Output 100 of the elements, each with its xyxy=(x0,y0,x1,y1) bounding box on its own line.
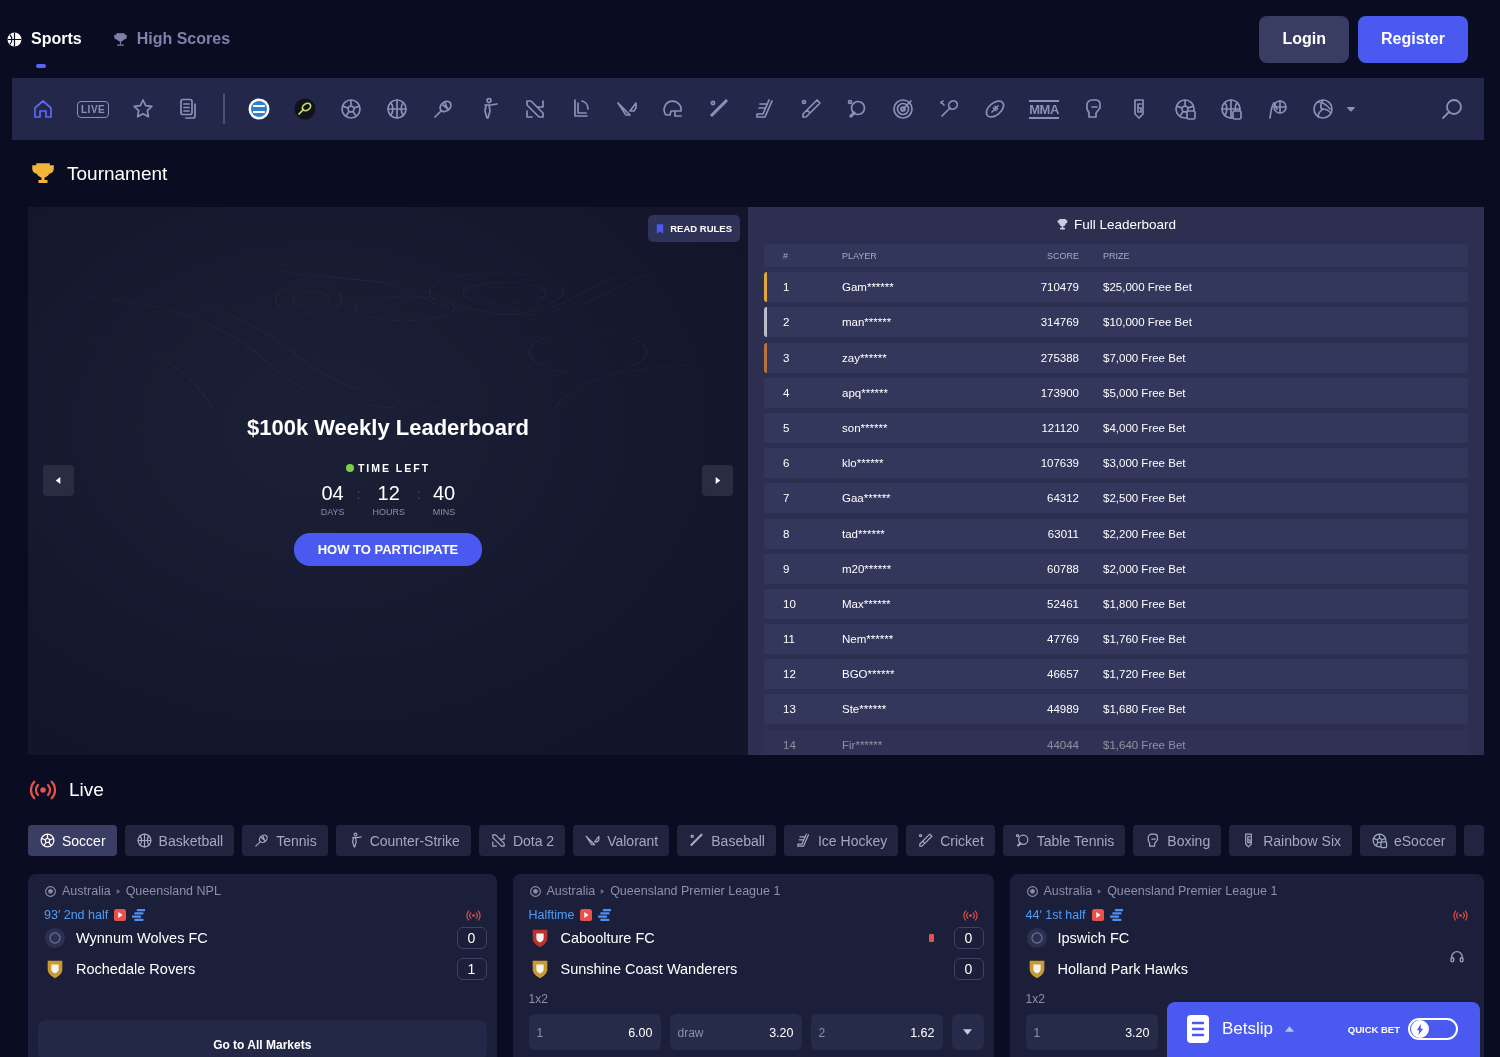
table-cell-text: tad****** xyxy=(842,527,886,540)
stats-icon[interactable] xyxy=(1109,909,1123,921)
country-label: Australia xyxy=(1043,884,1093,898)
racket-badge-icon[interactable] xyxy=(293,97,318,121)
sport-tab[interactable]: Cricket xyxy=(906,825,995,856)
table-cell-text: apq****** xyxy=(842,386,890,399)
betslip-bar[interactable]: Betslip QUICK BET xyxy=(1167,1002,1480,1057)
odds-button[interactable]: 1 3.20 xyxy=(1025,1014,1158,1050)
register-button[interactable]: Register xyxy=(1357,15,1468,63)
video-icon[interactable] xyxy=(114,909,127,921)
sport-tab[interactable]: eSoccer xyxy=(1360,825,1457,856)
trophy-icon xyxy=(1055,217,1069,231)
countdown-unit: DAYS xyxy=(320,507,345,517)
quick-bet-toggle[interactable] xyxy=(1408,1018,1458,1040)
home-icon[interactable] xyxy=(31,97,55,121)
mma-label[interactable]: MMA xyxy=(1029,99,1059,119)
column-header: # xyxy=(783,250,789,261)
search-icon[interactable] xyxy=(1440,97,1464,121)
round-badge-icon[interactable] xyxy=(247,97,272,121)
stats-icon[interactable] xyxy=(598,909,612,921)
video-icon[interactable] xyxy=(580,909,593,921)
market-label: 1x2 xyxy=(528,992,549,1006)
chevron-icon xyxy=(115,887,121,895)
table-cell-text: 14 xyxy=(783,738,797,751)
tennis-racket-icon xyxy=(253,832,271,849)
sport-tab[interactable]: Valorant xyxy=(573,825,670,856)
table-cell-text: $1,680 Free Bet xyxy=(1103,703,1187,716)
table-cell-text: 3 xyxy=(783,351,791,364)
volleyball-icon[interactable] xyxy=(1310,97,1335,121)
more-markets-button[interactable] xyxy=(951,1014,984,1050)
soccer-ball-screen-icon[interactable] xyxy=(1172,97,1197,121)
previous-button[interactable] xyxy=(43,465,74,496)
countdown-value: 12 xyxy=(377,482,400,505)
table-cell-text: Fir****** xyxy=(842,738,884,751)
country-label: Australia xyxy=(62,884,111,898)
participate-button[interactable]: HOW TO PARTICIPATE xyxy=(293,533,483,566)
table-cell-text: $1,760 Free Bet xyxy=(1103,633,1187,646)
sport-tab[interactable]: Tennis xyxy=(242,825,328,856)
login-button[interactable]: Login xyxy=(1259,15,1349,63)
stats-icon[interactable] xyxy=(132,909,146,921)
lightning-icon xyxy=(1416,1023,1424,1035)
live-signal-icon xyxy=(962,909,978,921)
basketball-screen-icon[interactable] xyxy=(1218,97,1243,121)
sport-tab[interactable]: Boxing xyxy=(1133,825,1222,856)
sport-tab[interactable]: Soccer xyxy=(28,825,117,856)
sport-tab[interactable]: Basketball xyxy=(124,825,235,856)
basketball-icon[interactable] xyxy=(385,97,410,121)
sport-tab[interactable]: Ice Hockey xyxy=(783,825,899,856)
column-header: SCORE xyxy=(1046,250,1080,261)
read-rules-button[interactable]: READ RULES xyxy=(648,215,740,242)
league-label: Queensland Premier League 1 xyxy=(610,884,781,898)
table-cell-text: $2,000 Free Bet xyxy=(1103,562,1187,575)
table-cell-text: 63011 xyxy=(1046,527,1080,540)
countdown-value: 04 xyxy=(321,482,344,505)
sport-tab[interactable]: Baseball xyxy=(677,825,776,856)
caret-icon xyxy=(963,1029,972,1035)
countdown-unit: MINS xyxy=(432,507,456,517)
team-placeholder-icon xyxy=(1025,926,1048,949)
sport-tab[interactable]: Dota 2 xyxy=(478,825,566,856)
nav-tab[interactable]: High Scores xyxy=(111,24,231,54)
score-box: 0 xyxy=(953,926,984,949)
table-cell-text: 8 xyxy=(783,527,791,540)
target-icon[interactable] xyxy=(891,97,916,121)
soccer-ball-icon xyxy=(528,884,542,898)
table-cell-text: 47769 xyxy=(1046,633,1080,646)
table-cell-text: $4,000 Free Bet xyxy=(1103,421,1187,434)
live-badge[interactable]: LIVE xyxy=(77,100,110,118)
countdown-unit: HOURS xyxy=(372,507,405,517)
trophy-icon xyxy=(31,161,55,186)
table-cell-text: man****** xyxy=(842,316,893,329)
odds-button[interactable]: draw 3.20 xyxy=(669,1014,802,1050)
right-arrow-icon xyxy=(713,476,722,485)
star-icon[interactable] xyxy=(131,97,156,121)
table-cell-text: $7,000 Free Bet xyxy=(1103,351,1187,364)
headset-icon xyxy=(1449,948,1465,965)
league-label: Queensland Premier League 1 xyxy=(1107,884,1278,898)
soccer-ball-icon xyxy=(39,832,56,849)
soccer-ball-icon[interactable] xyxy=(339,97,364,121)
live-signal-icon xyxy=(465,909,481,921)
cricket-bat-icon[interactable] xyxy=(799,97,824,121)
odds-button[interactable]: 1 6.00 xyxy=(528,1014,661,1050)
score-box: 0 xyxy=(953,957,984,980)
odds-button[interactable]: 2 1.62 xyxy=(810,1014,943,1050)
next-button[interactable] xyxy=(702,465,733,496)
all-markets-button[interactable]: Go to All Markets xyxy=(38,1020,487,1057)
table-cell-text: 44989 xyxy=(1046,703,1080,716)
separator: : xyxy=(416,486,421,502)
team-name: Wynnum Wolves FC xyxy=(76,929,208,946)
separator: : xyxy=(356,486,361,502)
table-cell-text: Nem****** xyxy=(842,633,895,646)
table-cell-text: 60788 xyxy=(1046,562,1080,575)
sport-tab[interactable]: Rainbow Six xyxy=(1229,825,1352,856)
video-icon[interactable] xyxy=(1091,909,1104,921)
cricket-bat-icon xyxy=(917,832,935,849)
team-name: Rochedale Rovers xyxy=(76,960,196,977)
section-title: Tournament xyxy=(67,162,168,185)
section-title: Live xyxy=(69,779,104,801)
column-header: PLAYER xyxy=(842,250,878,261)
sport-tab[interactable]: Counter-Strike xyxy=(335,825,471,856)
sport-tab[interactable]: Table Tennis xyxy=(1002,825,1126,856)
